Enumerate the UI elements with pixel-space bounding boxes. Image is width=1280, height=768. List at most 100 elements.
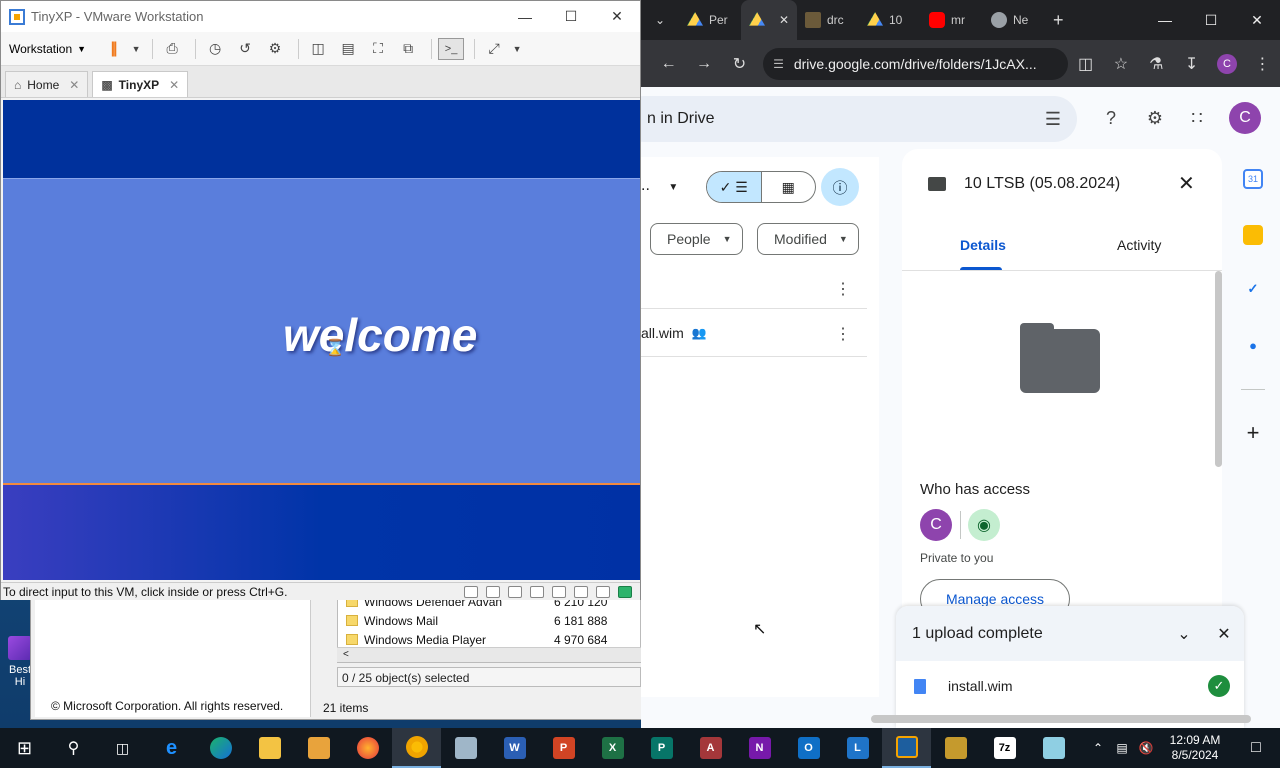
speaker-muted-icon[interactable]: 🔇 [1134, 741, 1158, 755]
snapshot-manager-icon[interactable]: ⚙ [262, 38, 288, 60]
tab-details[interactable]: Details [960, 237, 1006, 253]
browser-tab[interactable]: mr [921, 0, 983, 40]
browser-tab[interactable]: drc [797, 0, 859, 40]
download-icon[interactable]: ↧ [1174, 46, 1209, 82]
new-tab-button[interactable]: + [1053, 10, 1064, 31]
taskbar-vmware[interactable] [882, 728, 931, 768]
back-icon[interactable]: ← [651, 46, 686, 82]
chevron-down-icon[interactable]: ▼ [130, 38, 142, 60]
close-icon[interactable]: ✕ [169, 78, 179, 92]
minimize-button[interactable]: — [1142, 0, 1188, 40]
taskbar-excel[interactable]: X [588, 728, 637, 768]
tab-activity[interactable]: Activity [1117, 237, 1161, 253]
close-details-button[interactable]: ✕ [1178, 171, 1195, 196]
more-options-icon[interactable]: ⋮ [835, 324, 851, 344]
network-icon[interactable] [508, 585, 522, 598]
people-filter-chip[interactable]: People ▼ [650, 223, 743, 255]
upload-item[interactable]: install.wim ✓ [896, 661, 1244, 711]
show-hidden-icons-chevron-icon[interactable]: ⌃ [1086, 741, 1110, 755]
show-library-icon[interactable]: ◫ [305, 38, 331, 60]
account-avatar[interactable]: C [1229, 102, 1261, 134]
unity-icon[interactable]: ⧉ [395, 38, 421, 60]
close-icon[interactable]: ✕ [69, 78, 79, 92]
details-scrollbar[interactable] [1215, 271, 1222, 467]
labs-flask-icon[interactable]: ⚗ [1139, 46, 1174, 82]
taskbar-firefox[interactable] [343, 728, 392, 768]
task-view-button[interactable]: ◫ [98, 728, 147, 768]
reload-icon[interactable]: ↻ [722, 46, 757, 82]
bookmark-star-icon[interactable]: ☆ [1103, 46, 1138, 82]
tasks-icon[interactable]: ✓ [1243, 279, 1263, 299]
view-details-button[interactable]: ⓘ [821, 168, 859, 206]
horizontal-scrollbar[interactable]: < [337, 647, 641, 662]
taskbar-lync[interactable]: L [833, 728, 882, 768]
taskbar-access[interactable]: A [686, 728, 735, 768]
more-options-icon[interactable]: ⋮ [835, 279, 851, 299]
globe-icon[interactable]: ◉ [968, 509, 1000, 541]
start-button[interactable]: ⊞ [0, 728, 49, 768]
revert-snapshot-icon[interactable]: ↺ [232, 38, 258, 60]
console-view-icon[interactable]: >_ [438, 37, 465, 60]
usb-icon[interactable] [574, 585, 588, 598]
browser-tab[interactable]: Ne [983, 0, 1045, 40]
address-bar[interactable]: ☰ drive.google.com/drive/folders/1JcAX..… [763, 47, 1068, 80]
breadcrumb[interactable]: .. ▼ [641, 177, 678, 195]
workstation-menu[interactable]: Workstation ▼ [9, 42, 86, 56]
pause-icon[interactable]: || [100, 38, 126, 60]
browser-tab-active[interactable]: ✕ [741, 0, 797, 40]
contacts-icon[interactable]: ● [1243, 335, 1263, 355]
more-menu-icon[interactable]: ⋮ [1245, 46, 1280, 82]
taskbar-winrar[interactable] [931, 728, 980, 768]
search-button[interactable]: ⚲ [49, 728, 98, 768]
tab-tinyxp[interactable]: ▩ TinyXP ✕ [92, 71, 189, 97]
snapshot-icon[interactable]: ◷ [202, 38, 228, 60]
sound-icon[interactable] [552, 585, 566, 598]
profile-button[interactable]: C [1209, 46, 1244, 82]
add-addon-icon[interactable]: + [1243, 420, 1263, 445]
forward-icon[interactable]: → [686, 46, 721, 82]
taskbar-word[interactable]: W [490, 728, 539, 768]
taskbar-notepad[interactable] [1029, 728, 1078, 768]
chevron-down-icon[interactable]: ▼ [511, 38, 523, 60]
network-icon[interactable]: ▤ [1110, 741, 1134, 755]
cd-rom-icon[interactable] [486, 585, 500, 598]
grid-view-button[interactable]: ▦ [762, 172, 816, 202]
thumbnail-bar-icon[interactable]: ▤ [335, 38, 361, 60]
clock[interactable]: 12:09 AM 8/5/2024 [1158, 733, 1232, 763]
table-row[interactable]: all.wim 👥 ⋮ [641, 310, 867, 357]
fullscreen-icon[interactable]: ⛶ [365, 38, 391, 60]
message-log-icon[interactable] [618, 585, 632, 598]
list-view-button[interactable]: ✓ ☰ [707, 172, 762, 202]
avatar[interactable]: C [920, 509, 952, 541]
taskbar-edge[interactable] [196, 728, 245, 768]
notification-center-icon[interactable]: □ [1232, 739, 1280, 757]
browser-tab[interactable]: Per [679, 0, 741, 40]
help-icon[interactable]: ? [1098, 105, 1124, 131]
collapse-icon[interactable]: ⌄ [1164, 624, 1204, 644]
keep-icon[interactable] [1243, 225, 1263, 245]
search-options-icon[interactable]: ☰ [1045, 109, 1061, 130]
list-item[interactable]: Windows Mail 6 181 888 [338, 611, 640, 630]
site-info-icon[interactable]: ☰ [773, 57, 784, 71]
hard-disk-icon[interactable] [464, 585, 478, 598]
maximize-button[interactable]: ☐ [548, 1, 594, 32]
calendar-icon[interactable]: 31 [1243, 169, 1263, 189]
drive-search-input[interactable]: n in Drive ☰ [641, 96, 1077, 142]
taskbar-7zip[interactable]: 7z [980, 728, 1029, 768]
taskbar-chrome[interactable] [392, 728, 441, 768]
gear-icon[interactable]: ⚙ [1142, 105, 1168, 131]
taskbar-explorer[interactable] [245, 728, 294, 768]
close-button[interactable]: ✕ [594, 1, 640, 32]
taskbar-vm-old[interactable] [441, 728, 490, 768]
horizontal-scrollbar[interactable] [871, 715, 1251, 723]
minimize-button[interactable]: — [502, 1, 548, 32]
stretch-guest-icon[interactable]: ⤢ [481, 38, 507, 60]
vmware-titlebar[interactable]: TinyXP - VMware Workstation — ☐ ✕ [1, 1, 640, 32]
tab-search-icon[interactable]: ⌄ [641, 13, 679, 27]
tab-home[interactable]: ⌂ Home ✕ [5, 71, 89, 97]
printer-icon[interactable] [530, 585, 544, 598]
taskbar-media[interactable] [294, 728, 343, 768]
taskbar-powerpoint[interactable]: P [539, 728, 588, 768]
vm-console-screen[interactable]: welcome ⌛ [3, 100, 640, 580]
display-icon[interactable] [596, 585, 610, 598]
